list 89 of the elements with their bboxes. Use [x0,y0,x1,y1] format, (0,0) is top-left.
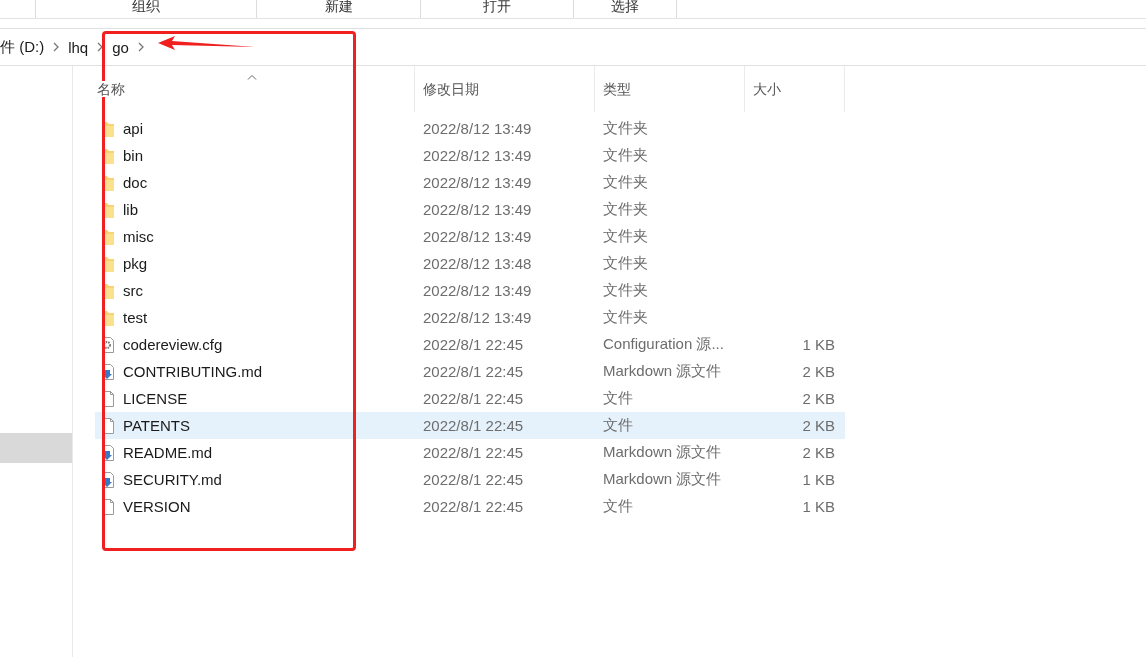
gear-file-icon [102,336,114,353]
file-type: Markdown 源文件 [603,470,722,487]
file-name: README.md [123,444,213,461]
file-type: 文件夹 [603,119,648,136]
column-header[interactable]: 大小 [753,81,781,97]
file-type: Markdown 源文件 [603,443,722,460]
file-size: 1 KB [802,498,835,515]
file-name: doc [123,174,148,191]
column-header[interactable]: 名称 [97,81,125,97]
date-modified: 2022/8/1 22:45 [423,390,524,407]
ribbon-group-label: 组织 [132,0,160,14]
file-row[interactable]: lib 2022/8/12 13:49 文件夹 [95,196,845,223]
file-row[interactable]: PATENTS 2022/8/1 22:45 文件 2 KB [95,412,845,439]
file-name: misc [123,228,154,245]
file-size: 1 KB [802,336,835,353]
file-type: 文件夹 [603,254,648,271]
file-type: 文件 [603,497,633,514]
date-modified: 2022/8/1 22:45 [423,363,524,380]
file-size: 2 KB [802,363,835,380]
breadcrumb-item[interactable]: go [112,38,129,56]
file-name: pkg [123,255,148,272]
file-name: PATENTS [123,417,190,434]
date-modified: 2022/8/1 22:45 [423,444,524,461]
download-file-icon [102,444,114,461]
file-type: 文件夹 [603,173,648,190]
breadcrumb-item[interactable]: lhq [68,38,89,56]
file-name: VERSION [123,498,191,515]
column-header[interactable]: 类型 [603,81,631,97]
file-name: codereview.cfg [123,336,223,353]
ribbon-group-label: 打开 [483,0,511,14]
file-name: bin [123,147,144,164]
breadcrumb-item[interactable]: 件 (D:) [0,37,45,57]
date-modified: 2022/8/1 22:45 [423,417,524,434]
file-row[interactable]: LICENSE 2022/8/1 22:45 文件 2 KB [95,385,845,412]
file-type: 文件 [603,389,633,406]
file-type: 文件夹 [603,281,648,298]
file-size: 1 KB [802,471,835,488]
file-row[interactable]: misc 2022/8/12 13:49 文件夹 [95,223,845,250]
sort-ascending-icon [247,74,257,80]
file-row[interactable]: SECURITY.md 2022/8/1 22:45 Markdown 源文件 1 KB [95,466,845,493]
date-modified: 2022/8/12 13:49 [423,147,532,164]
column-header[interactable]: 修改日期 [423,81,479,97]
file-name: api [123,120,144,137]
file-name: test [123,309,148,326]
file-size: 2 KB [802,444,835,461]
date-modified: 2022/8/12 13:49 [423,120,532,137]
file-icon [102,390,114,407]
file-row[interactable]: CONTRIBUTING.md 2022/8/1 22:45 Markdown 源文件 2 KB [95,358,845,385]
file-type: Configuration 源... [603,335,724,352]
file-row[interactable]: VERSION 2022/8/1 22:45 文件 1 KB [95,493,845,520]
file-type: 文件夹 [603,227,648,244]
file-row[interactable]: test 2022/8/12 13:49 文件夹 [95,304,845,331]
file-type: 文件夹 [603,308,648,325]
date-modified: 2022/8/1 22:45 [423,498,524,515]
file-icon [102,417,114,434]
date-modified: 2022/8/12 13:49 [423,228,532,245]
file-name: LICENSE [123,390,188,407]
file-type: 文件夹 [603,146,648,163]
date-modified: 2022/8/1 22:45 [423,336,524,353]
file-row[interactable]: README.md 2022/8/1 22:45 Markdown 源文件 2 KB [95,439,845,466]
file-type: 文件夹 [603,200,648,217]
file-row[interactable]: bin 2022/8/12 13:49 文件夹 [95,142,845,169]
date-modified: 2022/8/12 13:49 [423,174,532,191]
file-row[interactable]: src 2022/8/12 13:49 文件夹 [95,277,845,304]
file-size: 2 KB [802,417,835,434]
chevron-icon[interactable] [97,42,104,52]
file-type: 文件 [603,416,633,433]
file-icon [102,498,114,515]
file-name: src [123,282,143,299]
ribbon-group-label: 选择 [611,0,639,14]
file-row[interactable]: codereview.cfg 2022/8/1 22:45 Configuration 源... 1 KB [95,331,845,358]
file-row[interactable]: pkg 2022/8/12 13:48 文件夹 [95,250,845,277]
date-modified: 2022/8/12 13:48 [423,255,532,272]
chevron-icon[interactable] [53,42,60,52]
file-type: Markdown 源文件 [603,362,722,379]
date-modified: 2022/8/1 22:45 [423,471,524,488]
download-file-icon [102,471,114,488]
chevron-icon[interactable] [137,42,144,52]
date-modified: 2022/8/12 13:49 [423,309,532,326]
file-name: SECURITY.md [123,471,222,488]
file-row[interactable]: api 2022/8/12 13:49 文件夹 [95,115,845,142]
ribbon-group-label: 新建 [324,0,353,14]
date-modified: 2022/8/12 13:49 [423,282,532,299]
file-size: 2 KB [802,390,835,407]
date-modified: 2022/8/12 13:49 [423,201,532,218]
file-name: lib [123,201,138,218]
file-name: CONTRIBUTING.md [123,363,263,380]
file-row[interactable]: doc 2022/8/12 13:49 文件夹 [95,169,845,196]
download-file-icon [102,363,114,380]
